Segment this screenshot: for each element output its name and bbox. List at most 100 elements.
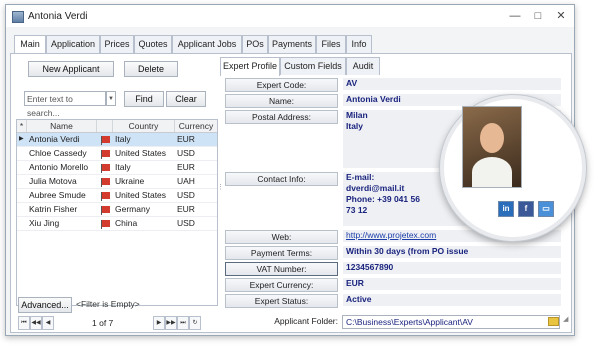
applicant-name: Antonia Verdi	[29, 134, 80, 144]
expert-currency-value[interactable]: EUR	[343, 278, 561, 290]
flag-icon	[101, 192, 110, 201]
applicant-country: Germany	[115, 204, 150, 214]
applicant-currency: USD	[177, 190, 195, 200]
column-name[interactable]: Name	[27, 120, 97, 132]
tab-files[interactable]: Files	[316, 35, 346, 53]
applicant-currency: EUR	[177, 134, 195, 144]
expert-status-label: Expert Status:	[225, 294, 338, 308]
tab-custom-fields[interactable]: Custom Fields	[280, 57, 346, 75]
close-button[interactable]: ✕	[550, 8, 572, 24]
vat-number-label: VAT Number:	[225, 262, 338, 276]
flag-icon	[101, 220, 110, 229]
app-icon	[12, 11, 24, 23]
delete-button[interactable]: Delete	[124, 61, 178, 77]
title-bar: Antonia Verdi — □ ✕	[6, 5, 574, 27]
tab-prices[interactable]: Prices	[100, 35, 134, 53]
tab-applicant-jobs[interactable]: Applicant Jobs	[172, 35, 242, 53]
applicant-country: Italy	[115, 162, 131, 172]
table-row[interactable]: Antonio Morello Italy EUR	[17, 161, 217, 175]
find-button[interactable]: Find	[124, 91, 164, 107]
next-page-fast-icon[interactable]: ▶▶	[165, 316, 177, 330]
applicant-currency: USD	[177, 148, 195, 158]
search-dropdown-icon[interactable]: ▼	[106, 91, 116, 106]
column-currency[interactable]: Currency	[175, 120, 217, 132]
applicant-country: Ukraine	[115, 176, 145, 186]
prev-page-fast-icon[interactable]: ◀◀	[30, 316, 42, 330]
contact-info-label: Contact Info:	[225, 172, 338, 186]
vat-number-value[interactable]: 1234567890	[343, 262, 561, 274]
folder-icon[interactable]	[548, 317, 559, 326]
tab-quotes[interactable]: Quotes	[134, 35, 172, 53]
last-page-icon[interactable]: ⏭	[177, 316, 189, 330]
applicant-country: China	[115, 218, 138, 228]
filter-status: <Filter is Empty>	[76, 299, 140, 309]
tab-audit[interactable]: Audit	[346, 57, 380, 75]
facebook-icon[interactable]: f	[518, 201, 534, 217]
next-page-icon[interactable]: ▶	[153, 316, 165, 330]
payment-terms-value[interactable]: Within 30 days (from PO issue	[343, 246, 561, 258]
row-indicator-header: *	[17, 120, 27, 132]
applicant-grid: * Name Country Currency ▶ Antonia Verdi …	[16, 119, 218, 306]
advanced-filter-button[interactable]: Advanced...	[18, 297, 72, 313]
name-label: Name:	[225, 94, 338, 108]
tab-main[interactable]: Main	[14, 35, 46, 54]
applicant-currency: EUR	[177, 204, 195, 214]
applicant-name: Katrin Fisher	[29, 204, 78, 214]
applicant-country: United States	[115, 148, 167, 158]
first-page-icon[interactable]: ⏮	[18, 316, 30, 330]
tab-payments[interactable]: Payments	[268, 35, 316, 53]
expert-currency-label: Expert Currency:	[225, 278, 338, 292]
applicant-folder-input[interactable]: C:\Business\Experts\Applicant\AV	[342, 315, 560, 329]
applicant-country: United States	[115, 190, 167, 200]
grid-header: * Name Country Currency	[17, 120, 217, 133]
applicant-currency: EUR	[177, 162, 195, 172]
expert-code-value[interactable]: AV	[343, 78, 561, 90]
pager-text: 1 of 7	[92, 318, 114, 328]
flag-icon	[101, 136, 110, 145]
table-row[interactable]: Xiu Jing China USD	[17, 217, 217, 231]
applicant-photo	[462, 106, 522, 188]
flag-icon	[101, 206, 110, 215]
applicant-name: Antonio Morello	[29, 162, 89, 172]
window-title: Antonia Verdi	[28, 11, 88, 22]
applicant-name: Julia Motova	[29, 176, 77, 186]
new-applicant-button[interactable]: New Applicant	[28, 61, 114, 77]
current-row-arrow-icon: ▶	[19, 136, 24, 142]
linkedin-icon[interactable]: in	[498, 201, 514, 217]
tab-pos[interactable]: POs	[242, 35, 268, 53]
panel-splitter-handle[interactable]: ⋮	[217, 183, 224, 197]
resize-grip-icon[interactable]: ◢	[563, 315, 571, 323]
tab-info[interactable]: Info	[346, 35, 372, 53]
refresh-icon[interactable]: ↻	[189, 316, 201, 330]
applicant-name: Xiu Jing	[29, 218, 60, 228]
table-row[interactable]: Aubree Smude United States USD	[17, 189, 217, 203]
minimize-button[interactable]: —	[504, 8, 526, 24]
clear-button[interactable]: Clear	[166, 91, 206, 107]
shirt-shape	[472, 157, 512, 187]
flag-icon	[101, 150, 110, 159]
tab-expert-profile[interactable]: Expert Profile	[220, 57, 280, 76]
maximize-button[interactable]: □	[527, 8, 549, 24]
payment-terms-label: Payment Terms:	[225, 246, 338, 260]
flag-icon	[101, 178, 110, 187]
prev-page-icon[interactable]: ◀	[42, 316, 54, 330]
table-row[interactable]: ▶ Antonia Verdi Italy EUR	[17, 133, 217, 147]
expert-status-value[interactable]: Active	[343, 294, 561, 306]
flag-icon	[101, 164, 110, 173]
applicant-currency: USD	[177, 218, 195, 228]
profile-icon[interactable]: ▭	[538, 201, 554, 217]
table-row[interactable]: Chloe Cassedy United States USD	[17, 147, 217, 161]
web-label: Web:	[225, 230, 338, 244]
applicant-name: Aubree Smude	[29, 190, 86, 200]
table-row[interactable]: Julia Motova Ukraine UAH	[17, 175, 217, 189]
expert-code-label: Expert Code:	[225, 78, 338, 92]
applicant-country: Italy	[115, 134, 131, 144]
applicant-folder-label: Applicant Folder:	[274, 316, 338, 326]
column-flag[interactable]	[97, 120, 113, 132]
column-country[interactable]: Country	[113, 120, 175, 132]
tab-application[interactable]: Application	[46, 35, 100, 53]
applicant-name: Chloe Cassedy	[29, 148, 87, 158]
table-row[interactable]: Katrin Fisher Germany EUR	[17, 203, 217, 217]
postal-address-label: Postal Address:	[225, 110, 338, 124]
search-input[interactable]: Enter text to search...	[24, 91, 106, 118]
